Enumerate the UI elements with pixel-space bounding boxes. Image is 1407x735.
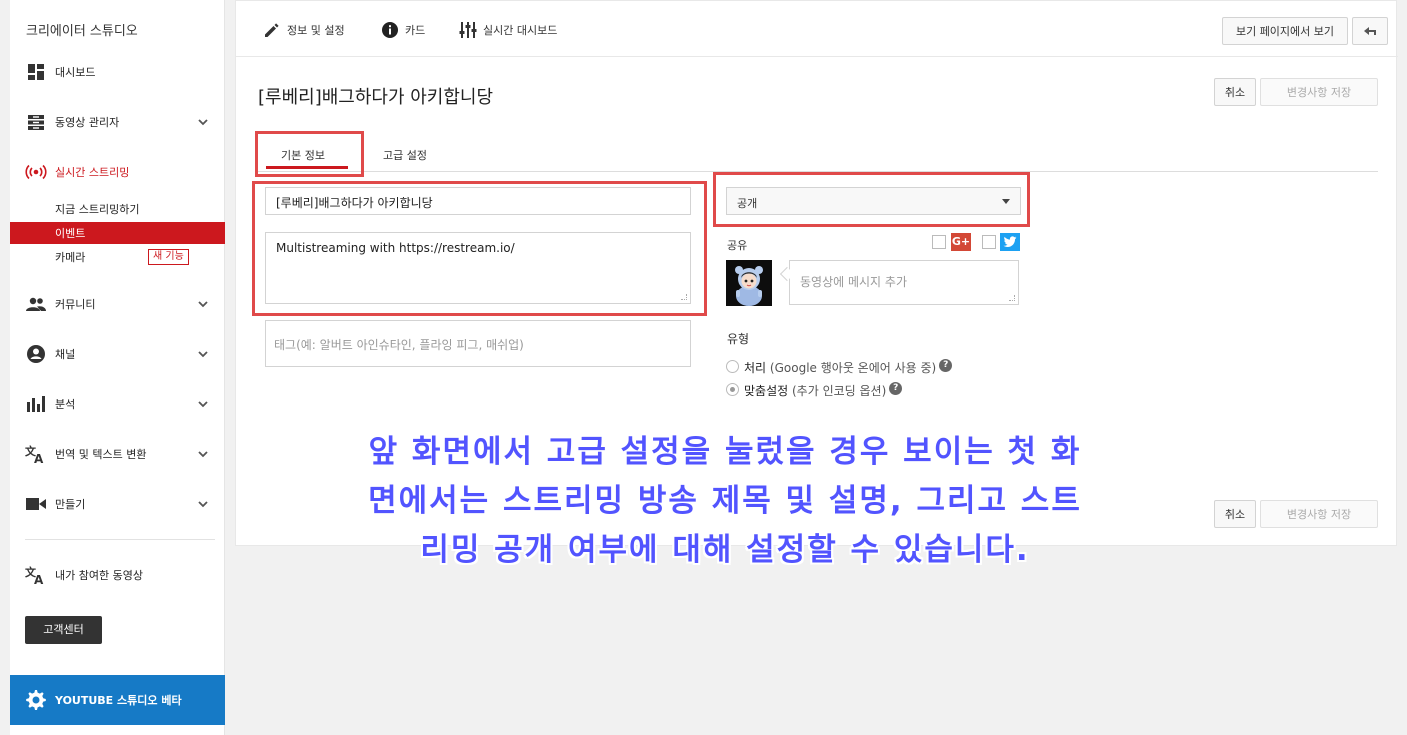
tab-label: 실시간 대시보드 [483,24,558,37]
chevron-down-icon[interactable] [196,497,210,511]
sidebar-item-live-streaming[interactable]: 실시간 스트리밍 [10,157,225,187]
option-label: 처리 [744,361,767,375]
cancel-button-bottom[interactable]: 취소 [1214,500,1256,528]
sidebar-subitem-events[interactable]: 이벤트 [10,222,225,244]
sidebar-item-label: 만들기 [55,498,86,511]
svg-text:A: A [34,573,44,585]
sidebar-divider [25,539,215,540]
sidebar-item-label: 실시간 스트리밍 [55,166,130,179]
back-button[interactable] [1352,17,1388,45]
type-option-processing[interactable]: 처리 (Google 행아웃 온에어 사용 중)? [744,359,953,376]
annotation-box-title-description [252,181,707,316]
type-radio-processing[interactable] [726,360,739,373]
tab-label: 카드 [405,24,426,37]
type-radio-custom[interactable] [726,383,739,396]
sidebar-item-community[interactable]: 커뮤니티 [10,289,225,319]
caption-line: 면에서는 스트리밍 방송 제목 및 설명, 그리고 스트 [368,483,1082,519]
new-feature-badge: 새 기능 [148,249,189,265]
option-label: 맞춤설정 [744,384,789,398]
sliders-icon [458,20,478,40]
sidebar: 크리에이터 스튜디오 대시보드 동영상 관리자 실시간 스트리밍 지금 스트리밍… [10,0,225,735]
help-center-button[interactable]: 고객센터 [25,616,102,644]
tags-placeholder: 태그(예: 알버트 아인슈타인, 플라잉 피그, 매쉬업) [274,338,524,352]
channel-avatar [726,260,772,306]
help-icon[interactable]: ? [939,359,953,372]
top-nav: 정보 및 설정 카드 실시간 대시보드 보기 페이지에서 보기 [236,1,1398,57]
back-arrow-icon [1364,27,1376,35]
subitem-label: 이벤트 [55,227,86,240]
chevron-down-icon[interactable] [196,347,210,361]
caption-line: 리밍 공개 여부에 대해 설정할 수 있습니다. [420,532,1030,568]
sidebar-item-label: 채널 [55,348,76,361]
annotation-box-privacy [713,172,1030,227]
pencil-icon [262,20,282,40]
tab-info-settings[interactable]: 정보 및 설정 [262,19,345,41]
sidebar-item-analytics[interactable]: 분석 [10,389,225,419]
channel-icon [25,343,47,365]
subitem-label: 지금 스트리밍하기 [55,203,140,216]
save-changes-button[interactable]: 변경사항 저장 [1260,78,1378,106]
help-icon[interactable]: ? [889,382,903,395]
studio-beta-button[interactable]: YOUTUBE 스튜디오 베타 [10,675,225,725]
chevron-down-icon[interactable] [196,115,210,129]
sidebar-item-translation[interactable]: 文A 번역 및 텍스트 변환 [10,439,225,469]
community-icon [25,293,47,315]
caption-line: 앞 화면에서 고급 설정을 눌렀을 경우 보이는 첫 화 [368,434,1082,470]
twitter-icon [1000,233,1020,251]
share-message-field[interactable]: 동영상에 메시지 추가 [789,260,1019,305]
tutorial-caption: 앞 화면에서 고급 설정을 눌렀을 경우 보이는 첫 화 면에서는 스트리밍 방… [320,428,1130,575]
sidebar-item-label: 대시보드 [55,66,96,79]
option-sublabel: (Google 행아웃 온에어 사용 중) [769,361,937,375]
create-icon [25,493,47,515]
sidebar-item-create[interactable]: 만들기 [10,489,225,519]
live-stream-icon [25,161,47,183]
view-on-watch-page-button[interactable]: 보기 페이지에서 보기 [1222,17,1348,45]
sidebar-item-label: 분석 [55,398,76,411]
chevron-down-icon[interactable] [196,297,210,311]
option-sublabel: (추가 인코딩 옵션) [792,384,887,398]
tab-cards[interactable]: 카드 [380,19,425,41]
svg-text:A: A [34,452,44,464]
tab-label: 정보 및 설정 [287,24,345,37]
sidebar-item-label: 동영상 관리자 [55,116,120,129]
gear-icon [26,690,46,710]
tags-field[interactable]: 태그(예: 알버트 아인슈타인, 플라잉 피그, 매쉬업) [265,320,691,367]
sidebar-item-contributed[interactable]: 文A 내가 참여한 동영상 [10,560,225,590]
studio-title[interactable]: 크리에이터 스튜디오 [26,20,138,39]
share-message-placeholder: 동영상에 메시지 추가 [800,275,907,289]
gplus-share-checkbox[interactable] [932,235,946,249]
video-manager-icon [25,111,47,133]
subitem-label: 카메라 [55,251,86,264]
twitter-share-checkbox[interactable] [982,235,996,249]
beta-label: YOUTUBE 스튜디오 베타 [55,694,182,707]
cancel-button[interactable]: 취소 [1214,78,1256,106]
video-title: [루베리]배그하다가 아키합니당 [258,87,494,108]
sidebar-item-label: 커뮤니티 [55,298,96,311]
resize-handle[interactable] [1009,295,1015,301]
sidebar-subitem-camera[interactable]: 카메라 새 기능 [10,246,225,268]
sidebar-item-label: 번역 및 텍스트 변환 [55,448,147,461]
sidebar-item-video-manager[interactable]: 동영상 관리자 [10,107,225,137]
translate-icon: 文A [25,443,47,465]
share-label: 공유 [727,239,748,252]
translate-icon: 文A [25,564,47,586]
info-icon [380,20,400,40]
annotation-box-tab [255,131,364,177]
dashboard-icon [25,61,47,83]
chevron-down-icon[interactable] [196,447,210,461]
save-changes-button-bottom[interactable]: 변경사항 저장 [1260,500,1378,528]
type-label: 유형 [727,332,750,346]
tab-advanced-settings[interactable]: 고급 설정 [383,147,427,163]
sidebar-item-channel[interactable]: 채널 [10,339,225,369]
sidebar-item-dashboard[interactable]: 대시보드 [10,57,225,87]
type-option-custom[interactable]: 맞춤설정 (추가 인코딩 옵션)? [744,382,903,399]
tab-live-dashboard[interactable]: 실시간 대시보드 [458,19,557,41]
analytics-icon [25,393,47,415]
chevron-down-icon[interactable] [196,397,210,411]
sidebar-item-label: 내가 참여한 동영상 [55,569,143,582]
google-plus-icon: G+ [951,233,971,251]
sidebar-subitem-stream-now[interactable]: 지금 스트리밍하기 [10,198,225,220]
